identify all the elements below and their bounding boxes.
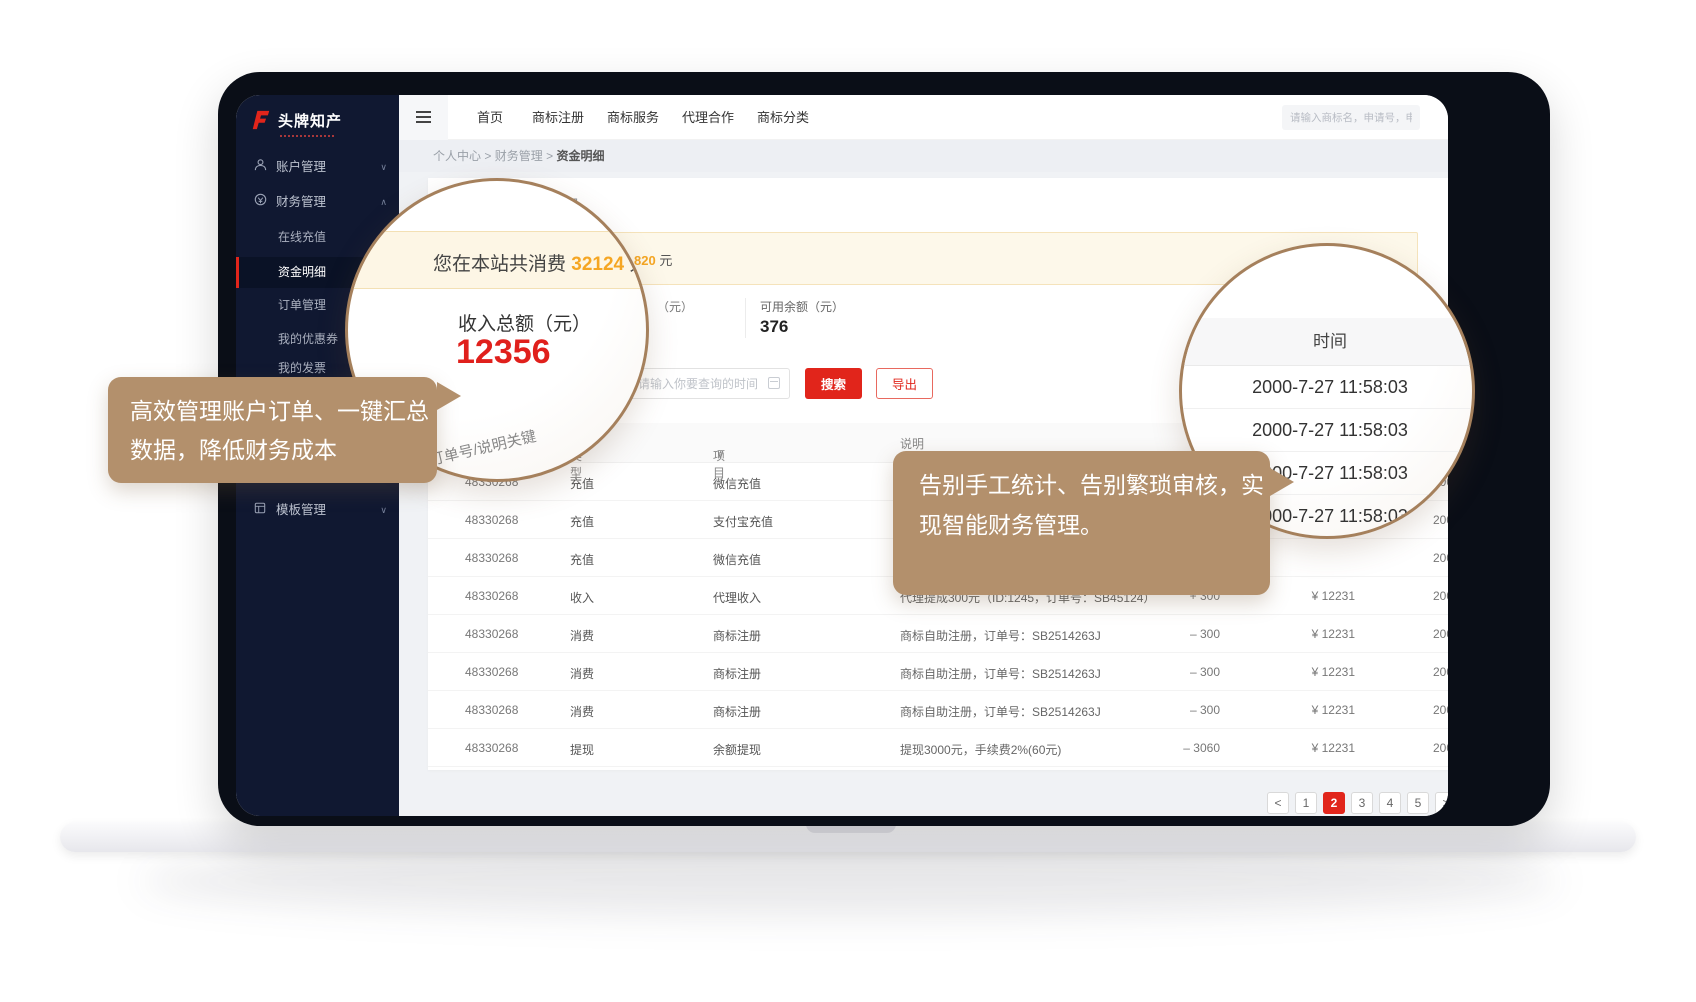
table-row: 48330268消费商标注册商标自助注册，订单号：SB2514263J– 300… bbox=[428, 615, 1448, 653]
topbar: 首页 商标注册 商标服务 代理合作 商标分类 bbox=[399, 95, 1448, 140]
menu-toggle-strip[interactable] bbox=[399, 95, 448, 140]
sort-caret-icon: ∨ bbox=[716, 447, 725, 461]
page-canvas: 头牌知产 账户管理 ∨ 财务管理 ∧ bbox=[0, 0, 1696, 1002]
callout-pointer bbox=[437, 382, 461, 410]
page-1-button[interactable]: 1 bbox=[1295, 792, 1317, 814]
stat-divider bbox=[745, 298, 746, 338]
export-button[interactable]: 导出 bbox=[876, 368, 933, 399]
chevron-up-icon: ∧ bbox=[380, 187, 387, 217]
available-balance-value: 376 bbox=[760, 317, 788, 337]
finance-icon bbox=[251, 187, 269, 217]
template-icon bbox=[251, 495, 269, 525]
magnified-consumption-amount: 32124 bbox=[571, 254, 624, 275]
magnified-time-cell: 2000-7-27 11:58:03 bbox=[1182, 366, 1475, 409]
page-3-button[interactable]: 3 bbox=[1351, 792, 1373, 814]
page-2-button-active[interactable]: 2 bbox=[1323, 792, 1345, 814]
laptop-shadow bbox=[140, 846, 1560, 916]
callout-smart-finance: 告别手工统计、告别繁琐审核，实现智能财务管理。 bbox=[893, 451, 1270, 595]
page-4-button[interactable]: 4 bbox=[1379, 792, 1401, 814]
col-desc: 说明 bbox=[900, 435, 924, 452]
brand-logo-icon bbox=[250, 109, 272, 131]
nav-trademark-service[interactable]: 商标服务 bbox=[607, 95, 659, 140]
magnified-table-header-fragment: 订单号/说明关键 bbox=[427, 425, 538, 470]
callout-finance-management: 高效管理账户订单、一键汇总数据，降低财务成本 bbox=[108, 377, 437, 483]
page-5-button[interactable]: 5 bbox=[1407, 792, 1429, 814]
table-row: 48330268提现余额提现提现3000元，手续费2%(60元)– 3060¥ … bbox=[428, 729, 1448, 767]
search-button[interactable]: 搜索 bbox=[805, 368, 862, 399]
sidebar-item-templates[interactable]: 模板管理 ∨ bbox=[236, 495, 399, 525]
sidebar-item-finance[interactable]: 财务管理 ∧ bbox=[236, 187, 399, 217]
magnified-income-label: 收入总额（元） bbox=[458, 309, 591, 336]
magnified-time-column-header: 时间 bbox=[1182, 318, 1475, 366]
nav-trademark-register[interactable]: 商标注册 bbox=[532, 95, 584, 140]
calendar-icon[interactable] bbox=[768, 377, 780, 389]
nav-agent-cooperation[interactable]: 代理合作 bbox=[682, 95, 734, 140]
global-search-input[interactable] bbox=[1282, 105, 1420, 130]
nav-trademark-category[interactable]: 商标分类 bbox=[757, 95, 809, 140]
magnified-time-cell: 2000-7-27 11:58:03 bbox=[1182, 409, 1475, 452]
brand-name: 头牌知产 bbox=[278, 113, 342, 130]
page-next-button[interactable]: > bbox=[1435, 792, 1448, 814]
table-row: 48330268消费商标注册商标自助注册，订单号：SB2514263J– 300… bbox=[428, 653, 1448, 691]
magnified-consumption-banner: 您在本站共消费 32124 元 bbox=[348, 231, 649, 289]
brand-logo-tagline-dots bbox=[280, 135, 334, 137]
magnified-income-value: 12356 bbox=[456, 333, 551, 372]
breadcrumb-bar: 个人中心 > 财务管理 > 资金明细 bbox=[399, 140, 1448, 172]
date-query-input[interactable] bbox=[627, 368, 790, 399]
available-balance-label: 可用余额（元） bbox=[760, 298, 844, 315]
user-icon bbox=[251, 152, 269, 182]
table-row: 48330268消费商标注册商标自助注册，订单号：SB2514263J– 300… bbox=[428, 691, 1448, 729]
pagination: < 1 2 3 4 5 > bbox=[1267, 792, 1448, 814]
sidebar-item-account[interactable]: 账户管理 ∨ bbox=[236, 152, 399, 182]
stat-middle-label-fragment: （元） bbox=[657, 298, 693, 315]
hamburger-icon bbox=[416, 111, 431, 123]
chevron-down-icon: ∨ bbox=[380, 152, 387, 182]
nav-home[interactable]: 首页 bbox=[477, 95, 503, 140]
chevron-down-icon: ∨ bbox=[380, 495, 387, 525]
page-prev-button[interactable]: < bbox=[1267, 792, 1289, 814]
callout-pointer bbox=[1270, 468, 1294, 496]
breadcrumb: 个人中心 > 财务管理 > 资金明细 bbox=[433, 140, 604, 172]
